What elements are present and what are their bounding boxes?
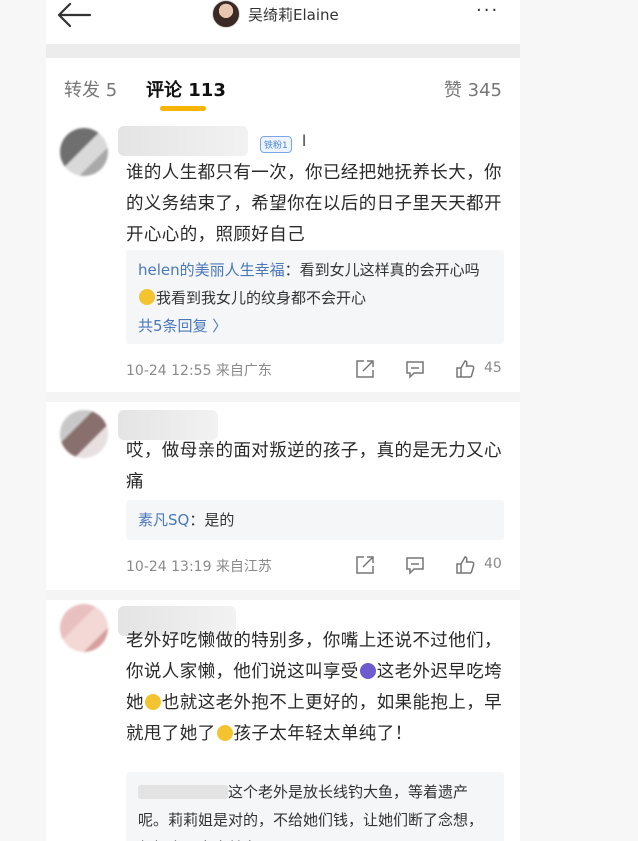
comment-icon[interactable]: [404, 358, 426, 380]
tab-repost[interactable]: 转发 5: [64, 76, 117, 102]
emoji-icon: [139, 289, 155, 305]
comment-text: 哎，做母亲的面对叛逆的孩子，真的是无力又心痛: [126, 441, 502, 492]
share-icon[interactable]: [354, 358, 376, 380]
avatar[interactable]: [212, 0, 240, 28]
tab-likes[interactable]: 赞 345: [444, 76, 502, 102]
like-icon[interactable]: [454, 554, 476, 576]
emoji-icon: [359, 663, 376, 679]
like-count: 40: [484, 556, 502, 572]
view-replies-link[interactable]: 共5条回复 〉: [138, 317, 227, 335]
reply-preview[interactable]: helen的美丽人生幸福：看到女儿这样真的会开心吗我看到我女儿的纹身都不会开心 …: [126, 250, 504, 344]
reply-author[interactable]: 素凡SQ: [138, 511, 189, 529]
comment-item: 铁粉1 l 谁的人生都只有一次，你已经把她抚养长大，你的义务结束了，希望你在以后…: [46, 120, 520, 392]
comment-icon[interactable]: [404, 554, 426, 576]
avatar[interactable]: [60, 410, 108, 458]
tab-comments[interactable]: 评论 113: [146, 76, 226, 102]
reply-preview[interactable]: 这个老外是放长线钓大鱼，等着遗产呢。莉莉姐是对的，不给她们钱，让她们断了念想，年…: [126, 772, 504, 841]
comment-text-part: 孩子太年轻太单纯了！: [233, 724, 413, 744]
comment-item: 哎，做母亲的面对叛逆的孩子，真的是无力又心痛 素凡SQ：是的 10-24 13:…: [46, 402, 520, 590]
comment-meta: 10-24 13:19 来自江苏 40: [126, 554, 506, 578]
tab-bar: 转发 5 评论 113 赞 345: [46, 58, 520, 120]
comment-item: 老外好吃懒做的特别多，你嘴上还说不过他们，你说人家懒，他们说这叫享受 这老外迟早吃…: [46, 600, 520, 841]
emoji-icon: [216, 725, 233, 741]
reply-text: ：看到女儿这样真的会开心吗: [284, 261, 480, 279]
comment-text: 谁的人生都只有一次，你已经把她抚养长大，你的义务结束了，希望你在以后的日子里天天…: [126, 163, 502, 245]
active-tab-indicator: [160, 106, 206, 111]
reply-text-cont: 我看到我女儿的纹身都不会开心: [156, 289, 367, 307]
emoji-icon: [144, 694, 161, 710]
like-count: 45: [484, 360, 502, 376]
arrow-left-icon[interactable]: [54, 2, 94, 30]
commenter-name[interactable]: [118, 126, 248, 156]
reply-author[interactable]: helen的美丽人生幸福: [138, 261, 285, 279]
left-margin: [0, 0, 46, 841]
avatar[interactable]: [60, 604, 108, 652]
like-icon[interactable]: [454, 358, 476, 380]
right-margin: [520, 0, 638, 841]
post-author[interactable]: 吴绮莉Elaine: [212, 0, 339, 28]
comment-text: 老外好吃懒做的特别多，你嘴上还说不过他们，你说人家懒，他们说这叫享受 这老外迟早吃…: [126, 626, 506, 750]
reply-text: ：是的: [189, 511, 235, 529]
share-icon[interactable]: [354, 554, 376, 576]
top-bar: 吴绮莉Elaine ···: [46, 0, 520, 44]
timestamp: 10-24 12:55 来自广东: [126, 363, 272, 379]
reply-preview[interactable]: 素凡SQ：是的: [126, 500, 504, 540]
more-icon[interactable]: ···: [476, 0, 499, 26]
comment-meta: 10-24 12:55 来自广东 45: [126, 358, 506, 382]
author-name[interactable]: 吴绮莉Elaine: [248, 4, 339, 25]
fan-badge: 铁粉1: [260, 136, 292, 153]
screen: 吴绮莉Elaine ··· 转发 5 评论 113 赞 345 铁粉1 l 谁的…: [0, 0, 638, 841]
timestamp: 10-24 13:19 来自江苏: [126, 559, 272, 575]
divider: [46, 590, 520, 600]
divider: [46, 392, 520, 402]
avatar[interactable]: [60, 128, 108, 176]
divider: [46, 44, 520, 58]
commenter-name-tail: l: [302, 132, 307, 150]
reply-author[interactable]: [138, 785, 228, 799]
